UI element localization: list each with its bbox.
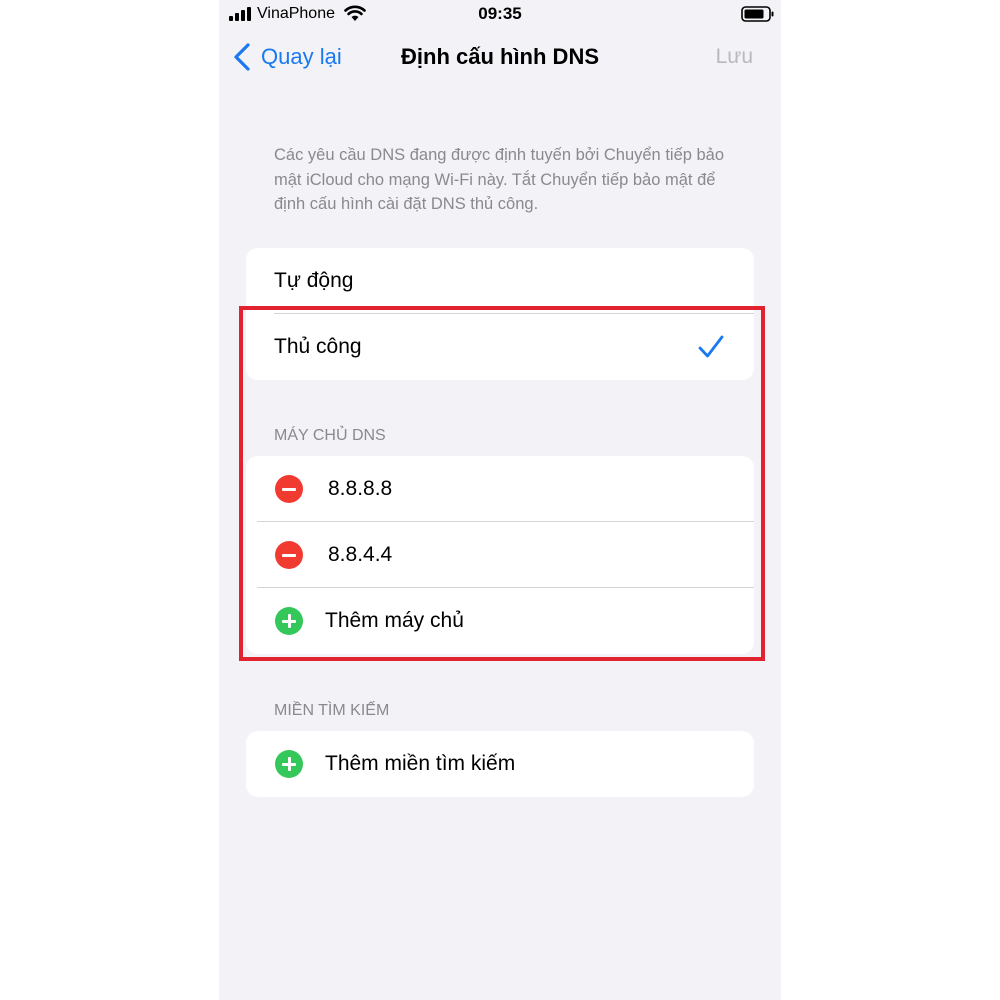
dns-servers-header: MÁY CHỦ DNS [274,427,386,444]
mode-option-automatic[interactable]: Tự động [246,248,754,314]
add-server-row[interactable]: Thêm máy chủ [246,588,754,654]
add-domain-label: Thêm miền tìm kiếm [325,752,516,775]
mode-option-label: Thủ công [274,335,362,358]
dns-server-row: 8.8.4.4 [246,522,754,588]
add-domain-icon [275,750,303,778]
dns-server-address[interactable]: 8.8.8.8 [328,477,392,501]
phone-screen: VinaPhone 09:35 Quay lại Định cấu hình D… [219,0,781,1000]
dns-server-row: 8.8.8.8 [246,456,754,522]
search-domains-card: Thêm miền tìm kiếm [246,731,754,797]
dns-mode-card: Tự động Thủ công [246,248,754,380]
dns-server-address[interactable]: 8.8.4.4 [328,543,392,567]
remove-server-icon[interactable] [275,475,303,503]
add-search-domain-row[interactable]: Thêm miền tìm kiếm [246,731,754,797]
info-description: Các yêu cầu DNS đang được định tuyến bởi… [274,146,725,213]
mode-option-manual[interactable]: Thủ công [246,314,754,380]
battery-icon [741,6,774,22]
search-domains-header: MIỀN TÌM KIẾM [274,702,390,719]
remove-server-icon[interactable] [275,541,303,569]
mode-option-label: Tự động [274,269,354,292]
status-time: 09:35 [478,4,522,23]
save-button[interactable]: Lưu [716,45,753,69]
add-server-label: Thêm máy chủ [325,609,464,632]
checkmark-icon [698,335,724,358]
dns-servers-card: 8.8.8.8 8.8.4.4 Thêm máy chủ [246,456,754,654]
page-title: Định cấu hình DNS [401,44,599,69]
status-bar: VinaPhone 09:35 [219,0,781,30]
add-server-icon [275,607,303,635]
